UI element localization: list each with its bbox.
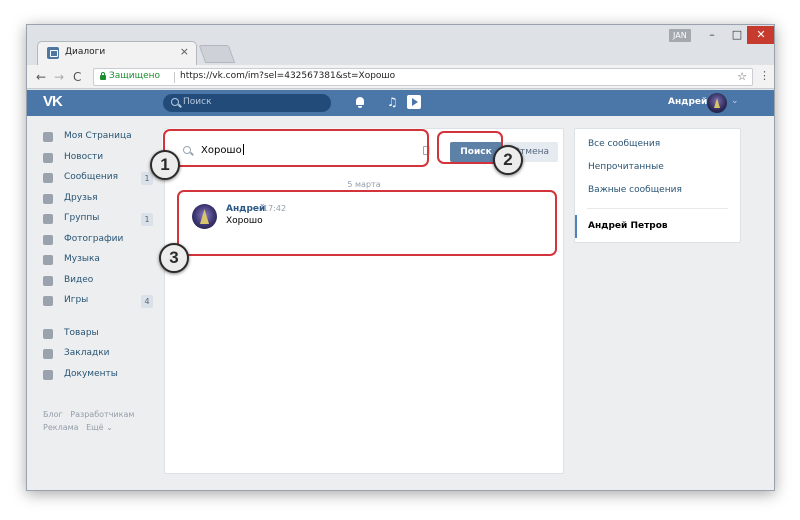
- sidebar-item-documents[interactable]: Документы: [37, 366, 157, 387]
- vk-messages-favicon-icon: [47, 47, 59, 59]
- footer-ads-link[interactable]: Реклама: [43, 423, 79, 432]
- bell-icon[interactable]: [353, 95, 367, 109]
- back-arrow-icon[interactable]: ←: [36, 68, 46, 86]
- sidebar-item-label: Фотографии: [64, 233, 124, 244]
- friends-icon: [43, 193, 53, 204]
- sidebar-item-goods[interactable]: Товары: [37, 325, 157, 346]
- games-icon: [43, 296, 53, 306]
- messages-count-badge: 1: [141, 172, 153, 185]
- bookmark-star-icon[interactable]: ☆: [737, 70, 747, 83]
- sidebar-item-label: Группы: [64, 213, 100, 223]
- sidebar-footer: Блог Разработчикам Реклама Ещё ⌄: [43, 408, 139, 434]
- sidebar-item-my-page[interactable]: Моя Страница: [37, 128, 157, 149]
- browser-window: Диалоги × JAN – □ ✕ ← → C Защищено https…: [26, 24, 775, 491]
- filter-unread[interactable]: Непрочитанные: [575, 156, 740, 179]
- games-count-badge: 4: [141, 295, 153, 308]
- sidebar-item-label: Документы: [64, 368, 118, 379]
- browser-tab[interactable]: Диалоги ×: [37, 41, 197, 65]
- forward-arrow-icon[interactable]: →: [54, 68, 64, 86]
- url-divider: [174, 72, 175, 83]
- browser-menu-icon[interactable]: ⋮: [759, 69, 770, 82]
- bag-icon: [43, 328, 53, 339]
- sidebar-item-label: Друзья: [64, 192, 98, 203]
- active-dialog-item[interactable]: Андрей Петров: [575, 215, 740, 238]
- chevron-down-icon[interactable]: ⌄: [731, 96, 739, 106]
- groups-icon: [43, 214, 53, 224]
- step-badge-3: 3: [159, 243, 189, 273]
- sidebar-item-label: Игры: [64, 295, 89, 305]
- filter-all-messages[interactable]: Все сообщения: [575, 133, 740, 156]
- sidebar-item-games[interactable]: Игры 4: [37, 292, 157, 313]
- tab-close-icon[interactable]: ×: [180, 45, 189, 59]
- footer-blog-link[interactable]: Блог: [43, 410, 63, 419]
- highlight-search-result: [177, 190, 557, 256]
- profile-badge[interactable]: JAN: [669, 29, 691, 42]
- play-icon[interactable]: [407, 95, 421, 109]
- secure-label: Защищено: [109, 71, 161, 81]
- groups-count-badge: 1: [141, 213, 153, 226]
- sidebar-item-video[interactable]: Видео: [37, 272, 157, 293]
- title-bar: Диалоги × JAN – □ ✕: [27, 25, 774, 65]
- highlight-search-field: [163, 129, 429, 167]
- sidebar-item-label: Товары: [64, 327, 99, 338]
- filter-important[interactable]: Важные сообщения: [575, 179, 740, 202]
- sidebar-item-label: Сообщения: [64, 172, 119, 182]
- url-text[interactable]: https://vk.com/im?sel=432567381&st=Хорош…: [180, 71, 395, 81]
- sidebar-item-label: Моя Страница: [64, 131, 132, 141]
- sidebar-item-label: Закладки: [64, 348, 110, 358]
- sidebar-item-photos[interactable]: Фотографии: [37, 231, 157, 252]
- sidebar-item-label: Видео: [64, 274, 94, 285]
- message-search-panel: Хорошо Поиск Отмена 5 марта Андрей 17:42…: [164, 128, 564, 474]
- left-sidebar: Моя Страница Новости Сообщения 1 Друзья …: [37, 128, 157, 386]
- sidebar-item-news[interactable]: Новости: [37, 149, 157, 170]
- sidebar-item-label: Музыка: [64, 254, 100, 264]
- reload-icon[interactable]: C: [73, 68, 81, 86]
- sidebar-item-label: Новости: [64, 151, 104, 162]
- home-icon: [43, 132, 53, 142]
- sidebar-item-music[interactable]: Музыка: [37, 251, 157, 272]
- search-icon: [171, 98, 179, 106]
- vk-logo[interactable]: VK: [43, 93, 63, 110]
- vk-header: VK Поиск ♫ Андрей ⌄: [27, 90, 774, 116]
- global-search-input[interactable]: Поиск: [163, 94, 331, 112]
- divider: [587, 208, 728, 209]
- video-icon: [43, 275, 53, 286]
- address-bar: ← → C Защищено https://vk.com/im?sel=432…: [27, 65, 774, 89]
- lock-icon: [100, 72, 106, 80]
- date-separator: 5 марта: [347, 180, 381, 189]
- right-sidebar: Все сообщения Непрочитанные Важные сообщ…: [574, 128, 741, 243]
- step-badge-1: 1: [150, 150, 180, 180]
- messages-icon: [43, 173, 53, 183]
- url-field[interactable]: Защищено https://vk.com/im?sel=432567381…: [93, 68, 753, 86]
- global-search-placeholder: Поиск: [183, 97, 212, 107]
- news-icon: [43, 152, 53, 163]
- music-note-icon[interactable]: ♫: [387, 95, 401, 109]
- sidebar-item-groups[interactable]: Группы 1: [37, 210, 157, 231]
- footer-more-link[interactable]: Ещё ⌄: [86, 423, 113, 432]
- music-icon: [43, 255, 53, 265]
- header-avatar[interactable]: [707, 93, 727, 113]
- header-user-name[interactable]: Андрей: [668, 97, 707, 107]
- tab-title: Диалоги: [65, 47, 106, 57]
- sidebar-item-bookmarks[interactable]: Закладки: [37, 345, 157, 366]
- footer-developers-link[interactable]: Разработчикам: [70, 410, 134, 419]
- sidebar-item-messages[interactable]: Сообщения 1: [37, 169, 157, 190]
- document-icon: [43, 369, 53, 380]
- photo-icon: [43, 234, 53, 245]
- star-icon: [43, 349, 53, 359]
- minimize-button[interactable]: –: [699, 26, 725, 44]
- new-tab-button[interactable]: [198, 45, 236, 63]
- sidebar-item-friends[interactable]: Друзья: [37, 190, 157, 211]
- close-window-button[interactable]: ✕: [747, 26, 774, 44]
- step-badge-2: 2: [493, 145, 523, 175]
